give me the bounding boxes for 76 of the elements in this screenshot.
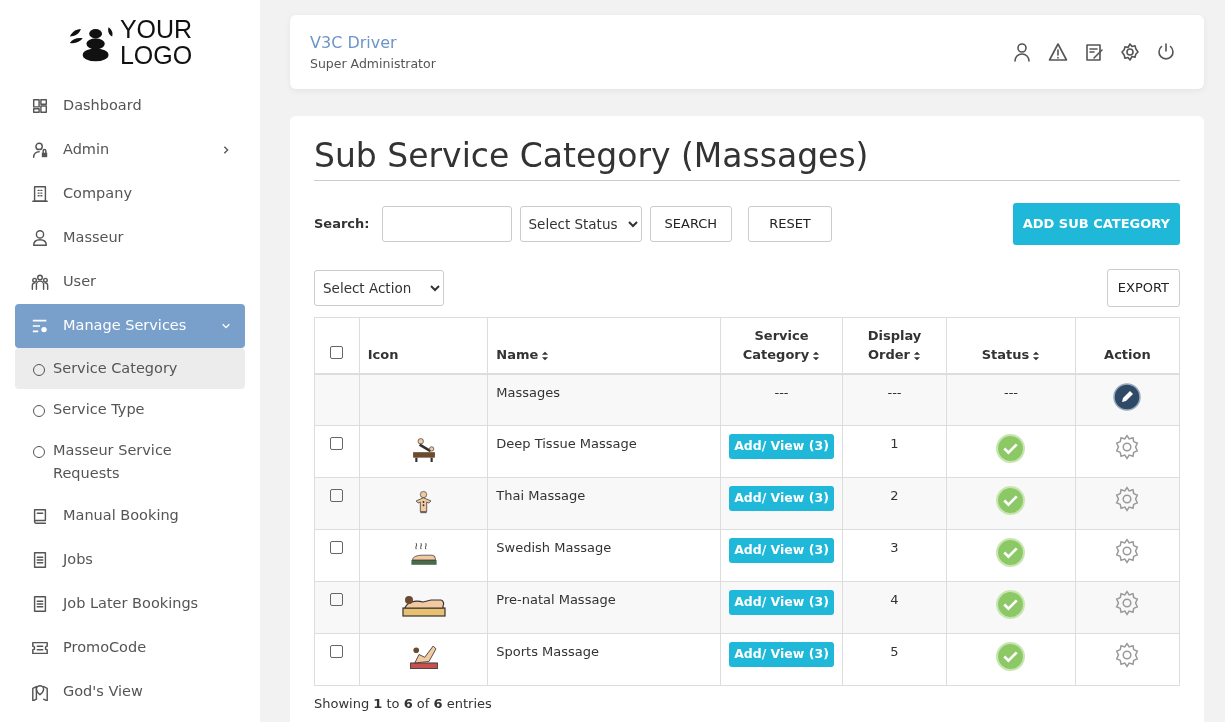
sidebar-item[interactable]: Job Later Bookings bbox=[15, 582, 245, 626]
check-circle-icon[interactable] bbox=[996, 590, 1026, 620]
entries-info: Showing 1 to 6 of 6 entries bbox=[314, 695, 493, 714]
sidebar-item[interactable]: Manual Booking bbox=[15, 494, 245, 538]
map-pin-icon bbox=[31, 683, 49, 701]
user-icon bbox=[31, 229, 49, 247]
sidebar-subitem[interactable]: Masseur Service Requests bbox=[15, 430, 245, 494]
document-icon bbox=[31, 551, 49, 569]
display-order-text: 4 bbox=[890, 592, 899, 608]
name-text: Sports Massage bbox=[496, 644, 600, 660]
status-text: --- bbox=[1003, 384, 1018, 400]
check-circle-icon[interactable] bbox=[996, 642, 1026, 672]
name-text: Massages bbox=[496, 384, 561, 400]
row-checkbox[interactable] bbox=[330, 645, 344, 659]
row-checkbox[interactable] bbox=[330, 437, 344, 451]
user-role: Super Administrator bbox=[310, 54, 436, 73]
sidebar-item[interactable]: Jobs bbox=[15, 538, 245, 582]
massage-figure-icon bbox=[411, 438, 436, 463]
edit-icon[interactable] bbox=[1113, 382, 1142, 411]
column-header: Icon bbox=[367, 346, 399, 365]
sidebar-subitem[interactable]: Service Type bbox=[15, 389, 245, 430]
search-button[interactable]: SEARCH bbox=[649, 205, 733, 242]
users-icon bbox=[31, 273, 49, 291]
sidebar-subitem[interactable]: Service Category bbox=[15, 348, 245, 389]
warning-icon[interactable] bbox=[1048, 42, 1068, 62]
logo-text: YOUR LOGO bbox=[119, 16, 193, 68]
select-all-checkbox[interactable] bbox=[330, 346, 344, 360]
row-checkbox[interactable] bbox=[330, 489, 344, 503]
display-order-text: 1 bbox=[890, 436, 899, 452]
list-settings-icon bbox=[31, 317, 49, 335]
status-select[interactable]: Select Status bbox=[519, 205, 642, 242]
sidebar-item[interactable]: Dashboard bbox=[15, 84, 245, 128]
name-text: Pre-natal Massage bbox=[496, 592, 616, 608]
column-header[interactable]: Status bbox=[981, 345, 1041, 365]
name-text: Swedish Massage bbox=[496, 540, 612, 556]
sidebar-item[interactable]: God's View bbox=[15, 670, 245, 714]
display-order-text: 2 bbox=[890, 488, 899, 504]
massage-figure-icon bbox=[415, 490, 432, 515]
name-text: Thai Massage bbox=[496, 488, 586, 504]
check-circle-icon[interactable] bbox=[996, 434, 1026, 464]
massage-figure-icon bbox=[400, 594, 447, 619]
building-icon bbox=[31, 185, 49, 203]
action-select[interactable]: Select Action bbox=[314, 269, 444, 306]
dashboard-icon bbox=[31, 97, 49, 115]
display-order-text: 3 bbox=[890, 540, 899, 556]
sidebar-item[interactable]: Company bbox=[15, 172, 245, 216]
row-checkbox[interactable] bbox=[330, 593, 344, 607]
power-icon[interactable] bbox=[1156, 42, 1176, 62]
massage-figure-icon bbox=[409, 542, 438, 567]
settings-icon[interactable] bbox=[1120, 42, 1140, 62]
massage-figure-icon bbox=[408, 646, 439, 671]
page-title: Sub Service Category (Massages) bbox=[314, 136, 1180, 181]
check-circle-icon[interactable] bbox=[996, 486, 1026, 516]
profile-icon[interactable] bbox=[1012, 42, 1032, 62]
display-order-text: --- bbox=[887, 384, 902, 400]
ticket-icon bbox=[31, 639, 49, 657]
user-lock-icon bbox=[31, 141, 49, 159]
sidebar-item[interactable]: User bbox=[15, 260, 245, 304]
check-circle-icon[interactable] bbox=[996, 538, 1026, 568]
column-header: Action bbox=[1104, 346, 1151, 365]
sidebar-item[interactable]: Masseur bbox=[15, 216, 245, 260]
sidebar-item[interactable]: Admin bbox=[15, 128, 245, 172]
column-header[interactable]: Name bbox=[496, 345, 550, 365]
document-icon bbox=[31, 595, 49, 613]
edit-note-icon[interactable] bbox=[1084, 42, 1104, 62]
user-name: V3C Driver bbox=[310, 31, 398, 54]
reset-button[interactable]: RESET bbox=[748, 205, 832, 242]
search-field[interactable] bbox=[381, 205, 512, 242]
name-text: Deep Tissue Massage bbox=[496, 436, 637, 452]
book-icon bbox=[31, 507, 49, 525]
service-category-text: --- bbox=[774, 384, 789, 400]
display-order-text: 5 bbox=[890, 644, 899, 660]
row-checkbox[interactable] bbox=[330, 541, 344, 555]
sidebar-item[interactable]: PromoCode bbox=[15, 626, 245, 670]
export-button[interactable]: EXPORT bbox=[1106, 268, 1180, 307]
search-label: Search: bbox=[314, 214, 370, 233]
